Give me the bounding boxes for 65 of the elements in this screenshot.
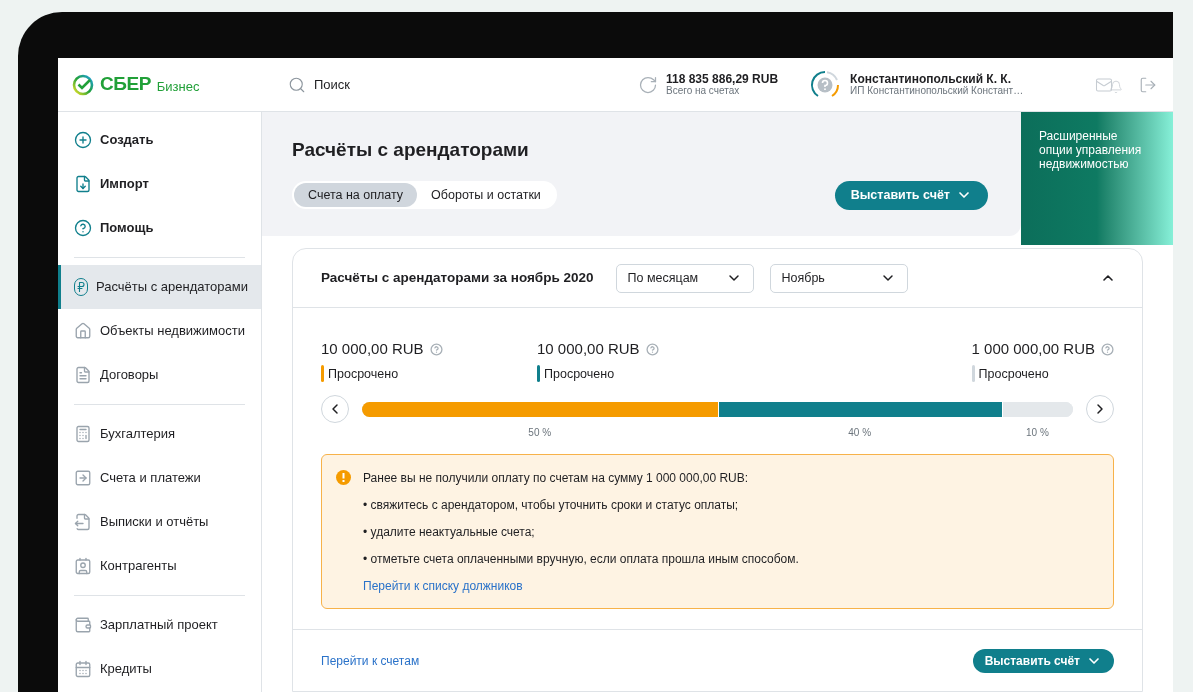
warning-icon bbox=[336, 470, 351, 486]
sidebar-item[interactable]: Выписки и отчёты bbox=[58, 500, 261, 544]
percent-label: 50 % bbox=[528, 426, 552, 441]
document-icon bbox=[74, 366, 92, 384]
sidebar-item[interactable]: Счета и платежи bbox=[58, 456, 261, 500]
alert-bullet: • отметьте счета оплаченными вручную, если оплата прошла иным способом. bbox=[363, 551, 799, 569]
plus-circle-icon bbox=[74, 131, 92, 149]
balance-amount: 118 835 886,29 RUB bbox=[666, 72, 779, 85]
company-name: ИП Константинопольский Констант… bbox=[850, 84, 1024, 97]
legend-label: Просрочено bbox=[978, 365, 1049, 383]
dropdown-select[interactable]: По месяцам bbox=[615, 263, 754, 293]
alert-bullet: • свяжитесь с арендатором, чтобы уточнить сроки и статус оплаты; bbox=[363, 497, 740, 515]
calendar-icon bbox=[74, 660, 92, 678]
amount-value: 1 000 000,00 RUB bbox=[971, 339, 1095, 359]
debtors-link[interactable]: Перейти к списку должников bbox=[363, 577, 799, 596]
amount-value: 10 000,00 RUB bbox=[321, 339, 424, 359]
help-icon bbox=[74, 219, 92, 237]
amount-value: 10 000,00 RUB bbox=[537, 339, 640, 359]
mail-notifications-icon[interactable] bbox=[1095, 75, 1123, 94]
issue-invoice-button[interactable]: Выставить счёт bbox=[972, 649, 1114, 674]
legend-label: Просрочено bbox=[328, 365, 399, 383]
logout-icon[interactable] bbox=[1139, 75, 1157, 94]
tab[interactable]: Обороты и остатки bbox=[417, 183, 555, 207]
sidebar-item[interactable]: Контрагенты bbox=[58, 544, 261, 588]
logo-icon bbox=[72, 73, 94, 96]
legend-label: Просрочено bbox=[544, 365, 615, 383]
sidebar-item[interactable]: Импорт bbox=[58, 162, 261, 206]
sidebar-item[interactable]: Бухгалтерия bbox=[58, 412, 261, 456]
invoices-link[interactable]: Перейти к счетам bbox=[321, 652, 420, 671]
search-field[interactable]: Поиск bbox=[288, 74, 588, 95]
help-icon[interactable] bbox=[429, 342, 443, 356]
logo-product: Бизнес bbox=[156, 77, 200, 96]
search-icon bbox=[288, 75, 306, 94]
sidebar-item[interactable]: Создать bbox=[58, 118, 261, 162]
sidebar-item[interactable]: Объекты недвижимости bbox=[58, 309, 261, 353]
help-icon[interactable] bbox=[645, 342, 659, 356]
sidebar-item[interactable]: Расчёты с арендаторами bbox=[58, 265, 261, 309]
percent-label: 10 % bbox=[1026, 426, 1049, 441]
contact-card-icon bbox=[74, 557, 92, 575]
user-name: Константинопольский К. К. bbox=[850, 72, 1012, 85]
page-title: Расчёты с арендаторами bbox=[292, 138, 530, 162]
calculator-icon bbox=[74, 425, 92, 443]
search-input[interactable]: Поиск bbox=[314, 74, 514, 95]
house-icon bbox=[74, 322, 92, 340]
card-title: Расчёты с арендаторами за ноябрь 2020 bbox=[321, 268, 594, 287]
help-icon[interactable] bbox=[1101, 342, 1114, 356]
arrow-square-icon bbox=[74, 469, 92, 487]
logo-brand: СБЕР bbox=[100, 72, 151, 97]
document-export-icon bbox=[74, 513, 92, 531]
alert-text: Ранее вы не получили оплату по счетам на сумму 1 000 000,00 RUB: bbox=[363, 470, 750, 488]
wallet-icon bbox=[74, 616, 92, 634]
balance-caption: Всего на счетах bbox=[666, 84, 740, 97]
avatar-icon bbox=[810, 69, 841, 100]
refresh-icon[interactable] bbox=[638, 74, 658, 95]
sidebar-item[interactable]: Договоры bbox=[58, 353, 261, 397]
percent-label: 40 % bbox=[848, 426, 872, 441]
sidebar-item[interactable]: Кредиты bbox=[58, 647, 261, 691]
sidebar-item[interactable]: Зарплатный проект bbox=[58, 603, 261, 647]
promo-text: Расширенные опции управления недвижимостью bbox=[1039, 129, 1143, 171]
alert-bullet: • удалите неактуальные счета; bbox=[363, 524, 536, 542]
dropdown-select[interactable]: Ноябрь bbox=[769, 263, 908, 293]
tab[interactable]: Счета на оплату bbox=[294, 183, 418, 207]
import-icon bbox=[74, 175, 92, 193]
sidebar-item[interactable]: Помощь bbox=[58, 206, 261, 250]
issue-invoice-button[interactable]: Выставить счёт bbox=[834, 180, 988, 210]
